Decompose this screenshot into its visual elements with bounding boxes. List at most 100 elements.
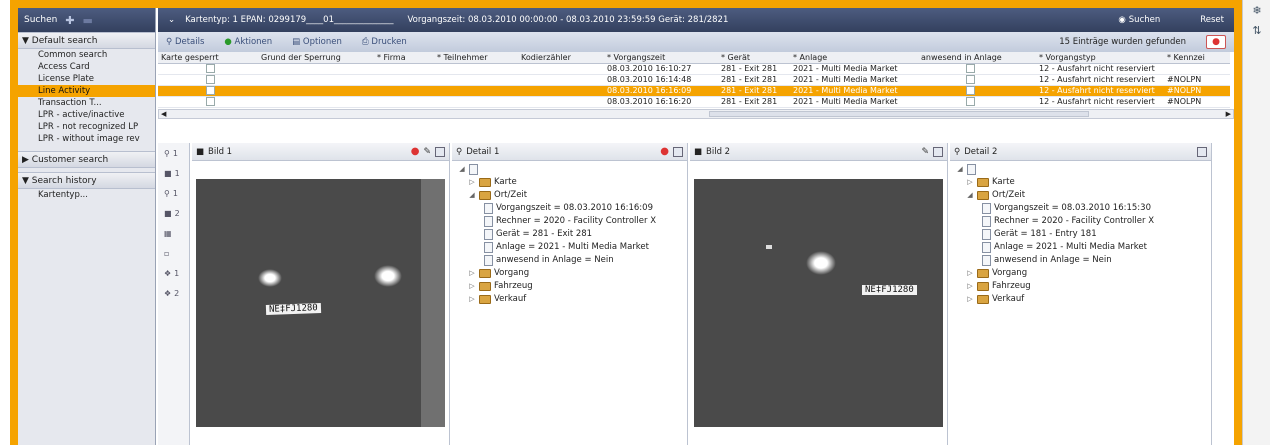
collapse-icon[interactable]: ⌄ <box>168 15 175 25</box>
compare-2-icon[interactable]: ❖ 2 <box>158 283 189 303</box>
tree-leaf: Gerät = 181 - Entry 181 <box>956 228 1211 241</box>
tree-root[interactable]: ◢ <box>458 163 687 176</box>
col-header[interactable]: * Gerät <box>718 52 790 64</box>
tree-node-ortzeit[interactable]: ◢ Ort/Zeit <box>956 189 1211 202</box>
stop-button[interactable]: ● <box>1206 35 1226 49</box>
nav-item-transaction[interactable]: Transaction T... <box>18 97 155 109</box>
row-checkbox[interactable] <box>206 97 215 106</box>
search-button[interactable]: Suchen <box>1129 15 1160 25</box>
col-header[interactable]: * Teilnehmer <box>434 52 518 64</box>
tree-label: Karte <box>494 177 517 187</box>
table-cell <box>518 63 604 75</box>
group-search-history[interactable]: ▼ Search history <box>18 172 155 189</box>
maximize-icon[interactable] <box>1197 146 1207 157</box>
actions-button[interactable]: ● Aktionen <box>224 37 272 47</box>
scroll-thumb[interactable] <box>709 110 1089 117</box>
tree-leaf: Anlage = 2021 - Multi Media Market <box>956 241 1211 254</box>
tree-node-vorgang[interactable]: ▷ Vorgang <box>458 267 687 280</box>
print-button[interactable]: ⎙ Drucken <box>362 37 407 47</box>
table-row[interactable]: 08.03.2010 16:16:09 281 - Exit 281 2021 - … <box>158 85 1230 97</box>
tree-node-fahrzeug[interactable]: ▷ Fahrzeug <box>458 280 687 293</box>
row-checkbox[interactable] <box>966 86 975 95</box>
tree-node-vorgang[interactable]: ▷ Vorgang <box>956 267 1211 280</box>
col-header[interactable]: Karte gesperrt <box>158 52 258 64</box>
details-button[interactable]: ⚲ Details <box>166 37 204 47</box>
edit-icon[interactable]: ✎ <box>423 147 431 157</box>
col-header[interactable]: * Firma <box>374 52 434 64</box>
col-header[interactable]: * Kennzei <box>1164 52 1230 64</box>
scroll-right-icon[interactable]: ▶ <box>1226 110 1231 118</box>
orange-frame-top <box>10 0 1242 8</box>
col-header[interactable]: Grund der Sperrung <box>258 52 374 64</box>
tree-leaf: Gerät = 281 - Exit 281 <box>458 228 687 241</box>
tree-node-verkauf[interactable]: ▷ Verkauf <box>956 293 1211 306</box>
col-header[interactable]: anwesend in Anlage <box>918 52 1036 64</box>
col-header[interactable]: * Vorgangstyp <box>1036 52 1164 64</box>
table-cell: 2021 - Multi Media Market <box>790 74 918 86</box>
tree-node-fahrzeug[interactable]: ▷ Fahrzeug <box>956 280 1211 293</box>
layout-icon[interactable]: ▦ <box>158 223 189 243</box>
tree-label: Verkauf <box>494 294 527 304</box>
col-header[interactable]: * Vorgangszeit <box>604 52 718 64</box>
horizontal-scrollbar[interactable]: ◀ ▶ <box>158 108 1234 119</box>
table-row[interactable]: 08.03.2010 16:14:48 281 - Exit 281 2021 - … <box>158 74 1230 86</box>
row-checkbox[interactable] <box>966 64 975 73</box>
table-row[interactable]: 08.03.2010 16:16:20 281 - Exit 281 2021 - … <box>158 96 1230 108</box>
compare-1-icon[interactable]: ❖ 1 <box>158 263 189 283</box>
image-panel-2-title: Bild 2 <box>706 146 731 157</box>
tree-label: Ort/Zeit <box>992 190 1026 200</box>
stop-icon[interactable]: ● <box>411 146 420 157</box>
actions-label: Aktionen <box>234 37 273 47</box>
add-search-icon[interactable]: ✚ <box>65 14 74 27</box>
folder-icon <box>479 269 491 278</box>
group-default-search[interactable]: ▼ Default search <box>18 32 155 49</box>
pointer-tool-icon[interactable]: ❄ <box>1249 4 1265 18</box>
table-cell: #NOLPN <box>1164 96 1230 108</box>
group-customer-search[interactable]: ▶ Customer search <box>18 151 155 168</box>
nav-item-lpr-active[interactable]: LPR - active/inactive <box>18 109 155 121</box>
scroll-left-icon[interactable]: ◀ <box>161 110 166 118</box>
stop-icon[interactable]: ● <box>660 146 669 157</box>
tree-root[interactable]: ◢ <box>956 163 1211 176</box>
row-checkbox[interactable] <box>206 86 215 95</box>
swap-tool-icon[interactable]: ⇅ <box>1249 24 1265 38</box>
tree-node-verkauf[interactable]: ▷ Verkauf <box>458 293 687 306</box>
camera-1-icon[interactable]: ■ 1 <box>158 163 189 183</box>
remove-search-icon[interactable]: ▬ <box>83 14 93 27</box>
table-row[interactable]: 08.03.2010 16:10:27 281 - Exit 281 2021 - … <box>158 63 1230 75</box>
table-cell: 12 - Ausfahrt nicht reserviert <box>1036 63 1164 75</box>
maximize-icon[interactable] <box>673 146 683 157</box>
camera-2-icon[interactable]: ■ 2 <box>158 203 189 223</box>
image-panel-2-header: ■ Bild 2 ✎ <box>690 143 947 161</box>
row-checkbox[interactable] <box>206 64 215 73</box>
row-checkbox[interactable] <box>966 97 975 106</box>
col-header[interactable]: Kodierzähler <box>518 52 604 64</box>
nav-item-history-kartentyp[interactable]: Kartentyp... <box>18 189 155 201</box>
tree-node-ortzeit[interactable]: ◢ Ort/Zeit <box>458 189 687 202</box>
col-header[interactable]: * Anlage <box>790 52 918 64</box>
nav-item-lpr-without-image[interactable]: LPR - without image rev <box>18 133 155 145</box>
camera-image-2: NE‡FJ1280 <box>694 179 943 427</box>
folder-icon <box>977 295 989 304</box>
edit-icon[interactable]: ✎ <box>921 147 929 157</box>
nav-item-access-card[interactable]: Access Card <box>18 61 155 73</box>
reset-button[interactable]: Reset <box>1200 15 1224 25</box>
row-checkbox[interactable] <box>206 75 215 84</box>
nav-item-common-search[interactable]: Common search <box>18 49 155 61</box>
table-cell <box>374 63 434 75</box>
nav-item-line-activity[interactable]: Line Activity <box>18 85 155 97</box>
zoom-detail-2-icon[interactable]: ⚲ 1 <box>158 183 189 203</box>
options-button[interactable]: ▤ Optionen <box>292 37 342 47</box>
row-checkbox[interactable] <box>966 75 975 84</box>
tree-node-karte[interactable]: ▷ Karte <box>956 176 1211 189</box>
tree-node-karte[interactable]: ▷ Karte <box>458 176 687 189</box>
maximize-icon[interactable] <box>435 146 445 157</box>
options-icon: ▤ <box>292 37 301 47</box>
license-plate: NE‡FJ1280 <box>265 303 321 315</box>
table-cell <box>434 85 518 97</box>
nav-item-license-plate[interactable]: License Plate <box>18 73 155 85</box>
document-icon[interactable]: ▫ <box>158 243 189 263</box>
zoom-detail-1-icon[interactable]: ⚲ 1 <box>158 143 189 163</box>
maximize-icon[interactable] <box>933 146 943 157</box>
nav-item-lpr-not-recognized[interactable]: LPR - not recognized LP <box>18 121 155 133</box>
